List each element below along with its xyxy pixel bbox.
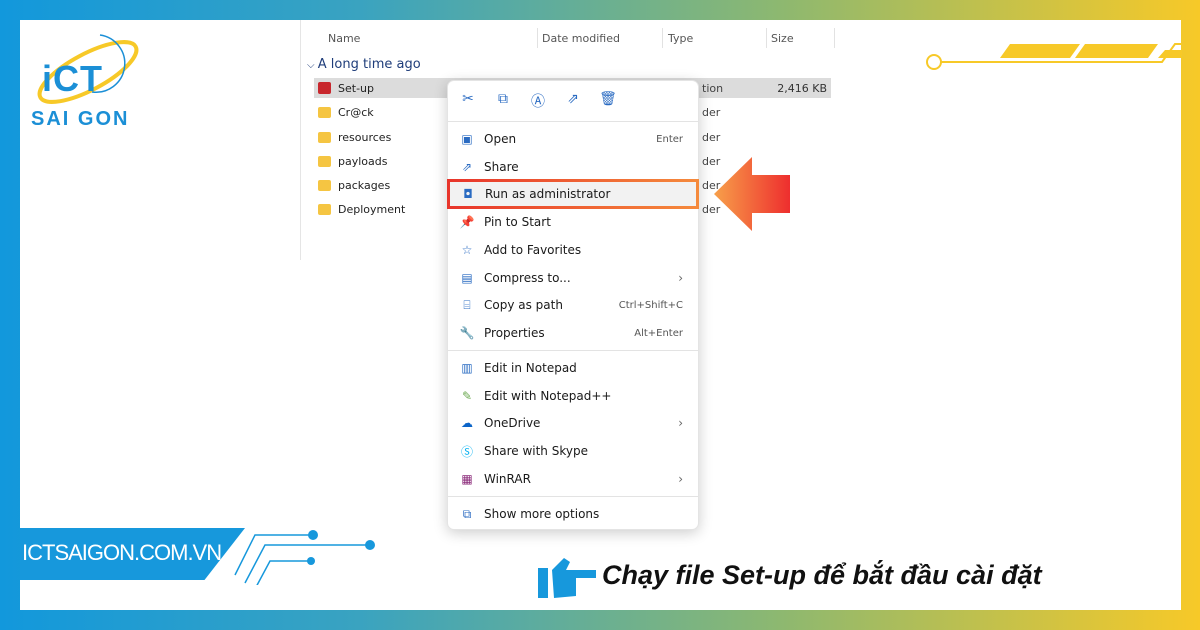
onedrive-icon: ☁ xyxy=(461,416,473,430)
file-size: 2,416 KB xyxy=(777,81,827,95)
menu-item-add-to-favorites[interactable]: ☆ Add to Favorites xyxy=(449,237,697,263)
notepad-icon: ▥ xyxy=(461,361,473,375)
menu-label: Share with Skype xyxy=(484,444,588,458)
pin-icon: 📌 xyxy=(459,215,475,229)
pointer-arrow-icon xyxy=(714,157,790,231)
column-type[interactable]: Type xyxy=(668,32,693,45)
menu-item-winrar[interactable]: ▦ WinRAR › xyxy=(449,466,697,492)
menu-label: Show more options xyxy=(484,507,600,521)
rename-icon[interactable]: Ⓐ xyxy=(528,91,548,111)
menu-item-properties[interactable]: 🔧 Properties Alt+Enter xyxy=(449,320,697,346)
menu-label: Edit in Notepad xyxy=(484,361,577,375)
shortcut: Ctrl+Shift+C xyxy=(618,299,683,311)
shortcut: Alt+Enter xyxy=(634,327,683,339)
chevron-right-icon: › xyxy=(678,472,683,486)
winrar-icon: ▦ xyxy=(461,472,473,486)
menu-item-share[interactable]: ⇗ Share xyxy=(449,154,697,180)
menu-item-skype[interactable]: Ⓢ Share with Skype xyxy=(449,438,697,464)
decorative-stripes xyxy=(926,43,1182,70)
menu-item-run-as-administrator[interactable]: ◘ Run as administrator xyxy=(447,179,699,209)
chevron-down-icon: ⌵ xyxy=(307,60,318,71)
file-name: payloads xyxy=(338,154,388,168)
folder-icon xyxy=(318,106,331,118)
column-size[interactable]: Size xyxy=(771,32,794,45)
menu-item-edit-notepad-plus[interactable]: ✎ Edit with Notepad++ xyxy=(449,383,697,409)
skype-icon: Ⓢ xyxy=(460,444,473,459)
open-icon: ▣ xyxy=(461,132,473,146)
column-date-modified[interactable]: Date modified xyxy=(542,32,620,45)
notepad-plus-icon: ✎ xyxy=(461,389,473,403)
context-toolbar: ✂ ⧉ Ⓐ ⇗ 🗑 xyxy=(458,91,618,111)
menu-label: Compress to... xyxy=(484,271,571,285)
menu-item-compress[interactable]: ▤ Compress to... › xyxy=(449,265,697,291)
folder-icon xyxy=(318,203,331,215)
group-header[interactable]: ⌵ A long time ago xyxy=(307,57,421,72)
menu-label: OneDrive xyxy=(484,416,541,430)
share-icon: ⇗ xyxy=(461,160,473,174)
column-name[interactable]: Name xyxy=(328,32,360,45)
star-icon: ☆ xyxy=(461,243,473,257)
file-name: packages xyxy=(338,178,391,192)
folder-icon xyxy=(318,131,331,143)
menu-label: Properties xyxy=(484,326,545,340)
file-type: tion xyxy=(702,81,724,95)
admin-shield-icon: ◘ xyxy=(463,187,473,201)
menu-label: Edit with Notepad++ xyxy=(484,389,612,403)
more-options-icon: ⧉ xyxy=(462,506,472,521)
shortcut: Enter xyxy=(656,133,683,145)
cut-icon[interactable]: ✂ xyxy=(458,91,478,111)
copy-icon[interactable]: ⧉ xyxy=(493,91,513,111)
menu-label: Share xyxy=(484,160,519,174)
group-label: A long time ago xyxy=(317,57,421,72)
menu-item-onedrive[interactable]: ☁ OneDrive › xyxy=(449,410,697,436)
menu-label: Copy as path xyxy=(484,298,563,312)
pointing-hand-icon xyxy=(538,558,596,598)
folder-icon xyxy=(318,179,331,191)
menu-label: Open xyxy=(484,132,517,146)
menu-label: Add to Favorites xyxy=(484,243,582,257)
app-icon xyxy=(318,82,331,94)
delete-icon[interactable]: 🗑 xyxy=(598,91,618,111)
chevron-right-icon: › xyxy=(678,271,683,285)
folder-icon xyxy=(318,155,331,167)
wrench-icon: 🔧 xyxy=(459,326,475,340)
menu-label: WinRAR xyxy=(484,472,531,486)
path-icon: ⌸ xyxy=(463,297,471,312)
menu-item-open[interactable]: ▣ Open Enter xyxy=(449,126,697,152)
zip-icon: ▤ xyxy=(461,271,473,285)
share-icon[interactable]: ⇗ xyxy=(563,91,583,111)
chevron-right-icon: › xyxy=(678,416,683,430)
file-type: der xyxy=(702,130,721,144)
caption-text: Chạy file Set-up để bắt đầu cài đặt xyxy=(602,560,1042,590)
menu-label: Run as administrator xyxy=(485,187,611,201)
menu-item-show-more-options[interactable]: ⧉ Show more options xyxy=(449,501,697,527)
file-name: Set-up xyxy=(338,81,374,95)
file-name: Cr@ck xyxy=(338,105,374,119)
menu-item-edit-notepad[interactable]: ▥ Edit in Notepad xyxy=(449,355,697,381)
file-name: Deployment xyxy=(338,202,406,216)
context-menu: ✂ ⧉ Ⓐ ⇗ 🗑 ▣ Open Enter ⇗ Share ◘ Run as admi… xyxy=(447,80,699,530)
logo-text: iCT xyxy=(42,58,103,99)
file-type: der xyxy=(702,105,721,119)
menu-item-copy-as-path[interactable]: ⌸ Copy as path Ctrl+Shift+C xyxy=(449,292,697,318)
circuit-lines xyxy=(234,530,375,585)
menu-item-pin-to-start[interactable]: 📌 Pin to Start xyxy=(449,209,697,235)
file-name: resources xyxy=(338,130,392,144)
menu-label: Pin to Start xyxy=(484,215,551,229)
logo-subtext: SAI GON xyxy=(31,108,130,130)
